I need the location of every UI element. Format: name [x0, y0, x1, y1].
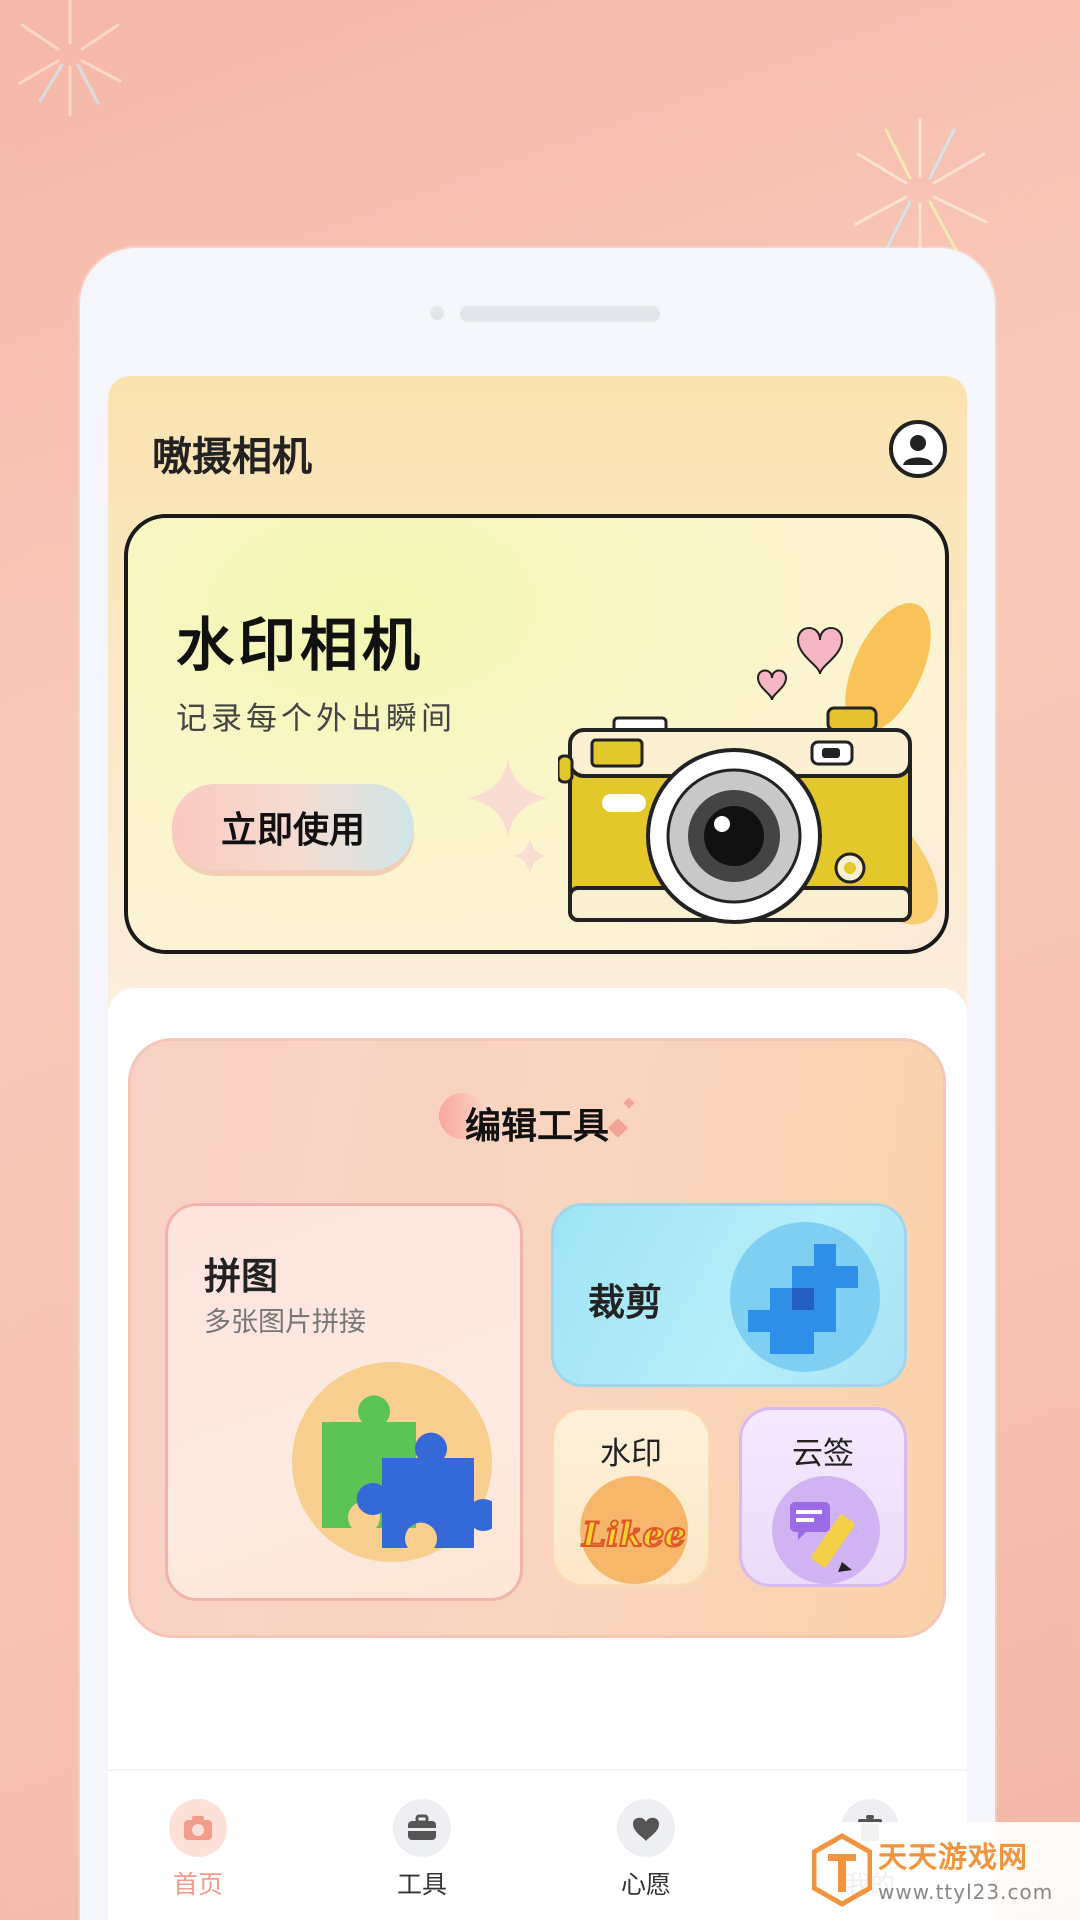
nav-home[interactable]: 首页 — [138, 1799, 258, 1901]
cloud-sign-title: 云签 — [792, 1436, 854, 1472]
site-logo-icon — [812, 1833, 872, 1907]
watermark-icon: Likee — [580, 1476, 688, 1584]
speaker-bar — [460, 306, 660, 322]
puzzle-title: 拼图 — [204, 1255, 278, 1298]
watermark-camera-banner[interactable]: 水印相机 记录每个外出瞬间 立即使用 — [124, 514, 949, 954]
edit-tools-card: 编辑工具 拼图 多张图片拼接 裁剪 水印 Likee 云签 — [128, 1038, 946, 1638]
nav-tools-label: 工具 — [396, 1870, 447, 1899]
puzzle-icon — [292, 1362, 492, 1562]
banner-subtitle: 记录每个外出瞬间 — [176, 701, 456, 737]
watermark-title: 水印 — [600, 1436, 662, 1472]
svg-text:Likee: Likee — [581, 1515, 686, 1555]
crop-tool-tile[interactable]: 裁剪 — [551, 1203, 907, 1387]
camera-icon — [169, 1799, 227, 1857]
nav-wish[interactable]: 心愿 — [586, 1799, 706, 1901]
crop-title: 裁剪 — [588, 1281, 662, 1324]
user-icon — [903, 435, 933, 465]
cloud-sign-tool-tile[interactable]: 云签 — [739, 1407, 907, 1587]
sparkle-icon — [468, 758, 548, 874]
app-title: 嗷摄相机 — [152, 434, 312, 480]
app-screen: 嗷摄相机 水印相机 记录每个外出瞬间 立即使用 编辑工具 拼图 多张图片拼接 裁… — [108, 376, 967, 1920]
site-name: 天天游戏网 — [878, 1840, 1029, 1874]
pencil-note-icon — [772, 1476, 880, 1584]
tools-section: 编辑工具 拼图 多张图片拼接 裁剪 水印 Likee 云签 — [108, 988, 967, 1788]
tools-title: 编辑工具 — [464, 1106, 609, 1147]
puzzle-tool-tile[interactable]: 拼图 多张图片拼接 — [165, 1203, 523, 1601]
crop-icon — [730, 1222, 880, 1372]
watermark-tool-tile[interactable]: 水印 Likee — [551, 1407, 711, 1587]
site-url: www.ttyl23.com — [878, 1880, 1054, 1904]
site-watermark: 天天游戏网 www.ttyl23.com — [806, 1822, 1080, 1920]
header-area: 嗷摄相机 水印相机 记录每个外出瞬间 立即使用 — [108, 376, 967, 1016]
phone-frame: 嗷摄相机 水印相机 记录每个外出瞬间 立即使用 编辑工具 拼图 多张图片拼接 裁… — [80, 248, 995, 1920]
banner-title: 水印相机 — [176, 611, 425, 679]
camera-illustration — [558, 602, 938, 925]
use-now-button[interactable]: 立即使用 — [172, 784, 414, 870]
heart-icon — [617, 1799, 675, 1857]
nav-wish-label: 心愿 — [620, 1870, 671, 1899]
briefcase-icon — [393, 1799, 451, 1857]
firework-decoration-left — [18, 0, 122, 117]
nav-home-label: 首页 — [172, 1870, 223, 1899]
camera-dot — [430, 306, 444, 320]
nav-tools[interactable]: 工具 — [362, 1799, 482, 1901]
profile-button[interactable] — [889, 420, 947, 478]
puzzle-subtitle: 多张图片拼接 — [204, 1307, 366, 1338]
